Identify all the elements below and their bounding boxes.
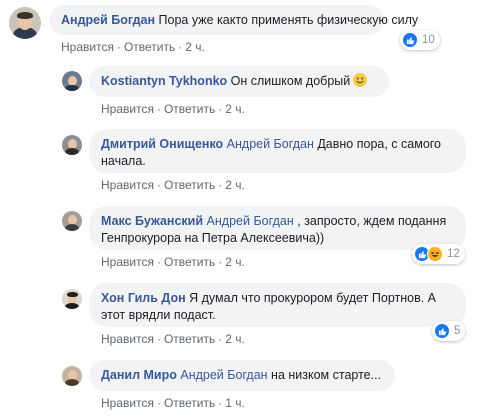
comment-text: Пора уже както применять физическую силу <box>158 13 419 27</box>
reply-button[interactable]: Ответить <box>164 332 215 346</box>
comment-bubble: Данил Миро Андрей Богдан на низком старт… <box>89 360 395 391</box>
comment-actions: Нравится · Ответить · 2 ч. <box>101 332 245 346</box>
reply-button[interactable]: Ответить <box>164 102 215 116</box>
avatar[interactable] <box>62 289 82 309</box>
comment-bubble: Андрей Богдан Пора уже както применять ф… <box>49 5 418 35</box>
like-button[interactable]: Нравится <box>61 40 114 54</box>
like-button[interactable]: Нравится <box>101 102 154 116</box>
avatar[interactable] <box>62 366 82 386</box>
separator: · <box>218 102 223 116</box>
comment-bubble: Kostiantyn Tykhonko Он слишком добрый <box>89 66 389 97</box>
like-icon <box>402 32 418 48</box>
haha-icon <box>427 246 443 262</box>
reply-button[interactable]: Ответить <box>164 396 215 410</box>
reaction-count: 5 <box>454 325 461 337</box>
reactions-badge[interactable]: 5 <box>432 321 466 341</box>
separator: · <box>156 178 161 192</box>
timestamp[interactable]: 2 ч. <box>225 255 245 269</box>
timestamp[interactable]: 2 ч. <box>185 40 205 54</box>
timestamp[interactable]: 2 ч. <box>225 332 245 346</box>
separator: · <box>218 178 223 192</box>
comment-author[interactable]: Макс Бужанский <box>101 214 203 228</box>
separator: · <box>218 396 223 410</box>
avatar[interactable] <box>9 7 41 39</box>
comment-bubble: Макс Бужанский Андрей Богдан , запросто,… <box>89 206 466 250</box>
comment-author[interactable]: Хон Гиль Дон <box>101 291 186 305</box>
like-button[interactable]: Нравится <box>101 396 154 410</box>
like-button[interactable]: Нравится <box>101 332 154 346</box>
separator: · <box>116 40 121 54</box>
comment-actions: Нравится · Ответить · 2 ч. <box>101 255 245 269</box>
separator: · <box>156 102 161 116</box>
smile-emoji-icon <box>353 73 368 87</box>
reply-button[interactable]: Ответить <box>124 40 175 54</box>
like-button[interactable]: Нравится <box>101 255 154 269</box>
avatar[interactable] <box>62 135 82 155</box>
mention-link[interactable]: Андрей Богдан <box>207 214 294 228</box>
reaction-count: 12 <box>447 248 460 260</box>
separator: · <box>156 255 161 269</box>
avatar[interactable] <box>62 211 82 231</box>
mention-link[interactable]: Андрей Богдан <box>227 137 314 151</box>
comment-bubble: Хон Гиль Дон Я думал что прокурором буде… <box>89 283 466 327</box>
mention-link[interactable]: Андрей Богдан <box>180 368 267 382</box>
comment-actions: Нравится · Ответить · 2 ч. <box>101 102 245 116</box>
comment-author[interactable]: Kostiantyn Tykhonko <box>101 74 227 88</box>
separator: · <box>218 255 223 269</box>
separator: · <box>178 40 183 54</box>
avatar[interactable] <box>62 71 82 91</box>
comment-author[interactable]: Дмитрий Онищенко <box>101 137 223 151</box>
comment-text: на низком старте... <box>271 368 382 382</box>
timestamp[interactable]: 2 ч. <box>225 178 245 192</box>
separator: · <box>156 396 161 410</box>
comment-bubble: Дмитрий Онищенко Андрей Богдан Давно пор… <box>89 129 466 173</box>
separator: · <box>156 332 161 346</box>
like-icon <box>434 323 450 339</box>
reply-button[interactable]: Ответить <box>164 178 215 192</box>
reaction-count: 10 <box>422 34 435 46</box>
reactions-badge[interactable]: 12 <box>412 244 465 264</box>
comment-author[interactable]: Данил Миро <box>101 368 177 382</box>
comment-actions: Нравится · Ответить · 2 ч. <box>61 40 205 54</box>
separator: · <box>218 332 223 346</box>
timestamp[interactable]: 1 ч. <box>225 396 245 410</box>
reactions-badge[interactable]: 10 <box>400 30 440 50</box>
comment-author[interactable]: Андрей Богдан <box>61 13 155 27</box>
like-button[interactable]: Нравится <box>101 178 154 192</box>
comment-actions: Нравится · Ответить · 1 ч. <box>101 396 245 410</box>
timestamp[interactable]: 2 ч. <box>225 102 245 116</box>
reply-button[interactable]: Ответить <box>164 255 215 269</box>
comment-text: Он слишком добрый <box>230 74 351 88</box>
comment-actions: Нравится · Ответить · 2 ч. <box>101 178 245 192</box>
